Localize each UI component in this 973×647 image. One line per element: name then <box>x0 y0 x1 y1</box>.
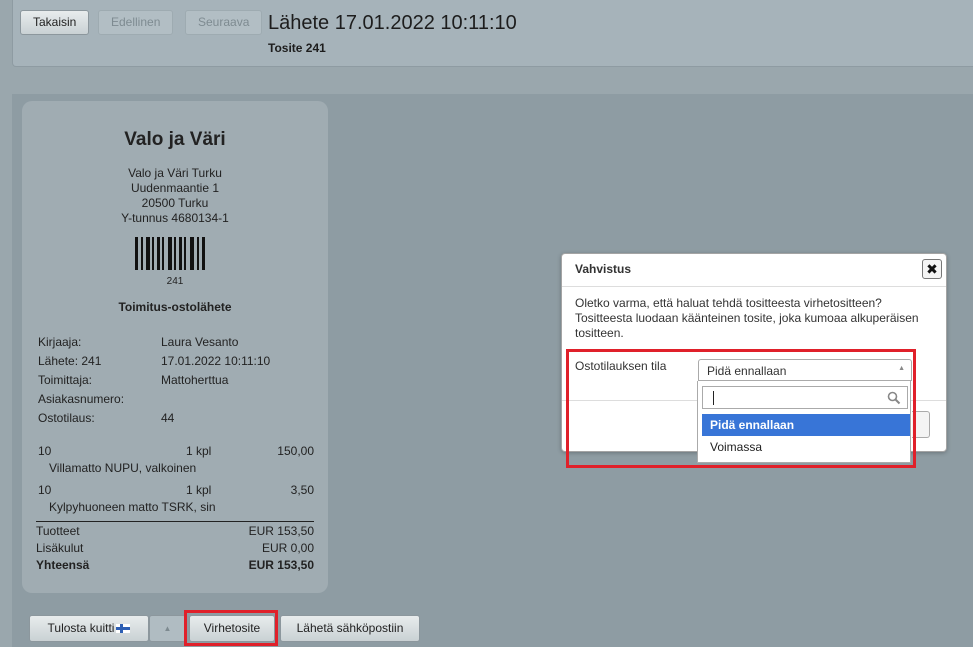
finnish-flag-icon <box>116 624 131 633</box>
item-name: Villamatto NUPU, valkoinen <box>49 461 197 475</box>
grand-total-label: Yhteensä <box>36 558 90 572</box>
next-button[interactable]: Seuraava <box>185 10 263 35</box>
back-button[interactable]: Takaisin <box>20 10 90 35</box>
field-label: Ostotilaus: <box>38 411 95 425</box>
send-email-button[interactable]: Lähetä sähköpostiin <box>280 615 420 642</box>
address-line: 20500 Turku <box>141 196 209 210</box>
address-line: Y-tunnus 4680134-1 <box>121 211 229 225</box>
field-label: Asiakasnumero: <box>38 392 125 406</box>
dialog-divider <box>562 286 946 287</box>
field-value: Mattoherttua <box>161 373 229 387</box>
item-amount: 3,50 <box>290 483 314 497</box>
item-amount: 150,00 <box>277 444 314 458</box>
previous-button[interactable]: Edellinen <box>98 10 174 35</box>
page-subtitle: Tosite 241 <box>268 41 326 55</box>
receipt-address: Valo ja Väri Turku Uudenmaantie 1 20500 … <box>22 166 328 226</box>
total-value: EUR 153,50 <box>248 524 314 538</box>
close-icon[interactable]: ✖ <box>922 259 942 279</box>
receipt-preview: Valo ja Väri Valo ja Väri Turku Uudenmaa… <box>22 101 328 593</box>
address-line: Valo ja Väri Turku <box>128 166 222 180</box>
item-name: Kylpyhuoneen matto TSRK, sin <box>49 500 216 514</box>
field-value: Laura Vesanto <box>161 335 239 349</box>
dialog-message: Oletko varma, että haluat tehdä tosittee… <box>575 296 919 340</box>
print-options-dropdown[interactable]: ▲ <box>149 615 186 642</box>
highlight-box <box>566 349 916 468</box>
field-label: Lähete: 241 <box>38 354 102 368</box>
address-line: Uudenmaantie 1 <box>130 181 220 195</box>
receipt-company: Valo ja Väri <box>124 129 226 150</box>
item-qty: 10 <box>38 483 52 497</box>
barcode-number: 241 <box>166 276 184 287</box>
field-label: Toimittaja: <box>38 373 93 387</box>
document-type: Toimitus-ostolähete <box>118 300 232 314</box>
separator <box>12 67 973 95</box>
field-value: 44 <box>161 411 175 425</box>
total-label: Tuotteet <box>36 524 80 538</box>
print-receipt-label: Tulosta kuitti <box>47 621 115 635</box>
barcode-image <box>135 237 215 270</box>
field-label: Kirjaaja: <box>38 335 82 349</box>
grand-total-value: EUR 153,50 <box>248 558 314 572</box>
total-label: Lisäkulut <box>36 541 84 555</box>
print-receipt-button[interactable]: Tulosta kuitti <box>29 615 149 642</box>
item-unit: 1 kpl <box>186 483 212 497</box>
item-qty: 10 <box>38 444 52 458</box>
dialog-title: Vahvistus <box>575 262 632 276</box>
total-value: EUR 0,00 <box>261 541 314 555</box>
page-title: Lähete 17.01.2022 10:11:10 <box>268 12 517 34</box>
field-value: 17.01.2022 10:11:10 <box>161 354 271 368</box>
item-unit: 1 kpl <box>186 444 212 458</box>
totals-divider <box>36 521 314 522</box>
highlight-box <box>184 610 278 646</box>
